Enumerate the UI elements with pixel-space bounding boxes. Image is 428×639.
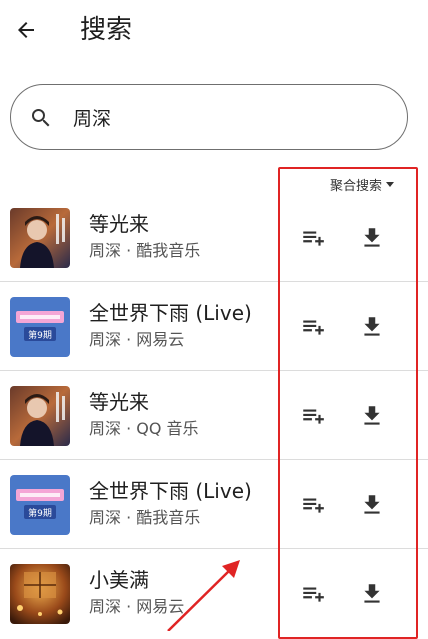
aggregate-search-dropdown[interactable]: 聚合搜索: [330, 174, 395, 194]
song-title: 等光来: [89, 212, 149, 236]
song-row[interactable]: 第9期 全世界下雨 (Live) 周深 · 酷我音乐: [0, 460, 428, 549]
episode-badge: 第9期: [28, 507, 52, 519]
song-artist-source: 周深 · 酷我音乐: [89, 508, 201, 527]
arrow-back-icon: [18, 22, 34, 38]
song-row[interactable]: 等光来 周深 · 酷我音乐: [0, 193, 428, 282]
add-to-playlist-button[interactable]: [298, 223, 328, 253]
album-cover: [10, 386, 70, 446]
download-button[interactable]: [357, 579, 387, 609]
download-icon: [364, 317, 380, 336]
song-title: 等光来: [89, 390, 149, 414]
download-icon: [364, 584, 380, 603]
song-artist-source: 周深 · 网易云: [89, 330, 185, 349]
episode-badge: 第9期: [28, 329, 52, 341]
add-to-playlist-button[interactable]: [298, 312, 328, 342]
search-icon: [32, 109, 50, 127]
song-title: 小美满: [89, 568, 149, 592]
search-box[interactable]: [10, 84, 408, 150]
playlist-add-icon: [303, 320, 324, 335]
download-button[interactable]: [357, 490, 387, 520]
playlist-add-icon: [303, 587, 324, 602]
dropdown-caret-icon: [386, 181, 395, 187]
search-input[interactable]: [73, 101, 373, 133]
album-cover: [10, 208, 70, 268]
song-row[interactable]: 小美满 周深 · 网易云: [0, 549, 428, 638]
download-button[interactable]: [357, 312, 387, 342]
back-button[interactable]: [8, 12, 44, 48]
album-cover: 第9期: [10, 297, 70, 357]
song-artist-source: 周深 · 网易云: [89, 597, 185, 616]
album-cover: [10, 564, 70, 624]
song-row[interactable]: 第9期 全世界下雨 (Live) 周深 · 网易云: [0, 282, 428, 371]
add-to-playlist-button[interactable]: [298, 490, 328, 520]
add-to-playlist-button[interactable]: [298, 401, 328, 431]
song-title: 全世界下雨 (Live): [89, 479, 252, 503]
playlist-add-icon: [303, 231, 324, 246]
song-row[interactable]: 等光来 周深 · QQ 音乐: [0, 371, 428, 460]
download-icon: [364, 495, 380, 514]
song-artist-source: 周深 · QQ 音乐: [89, 419, 199, 438]
playlist-add-icon: [303, 498, 324, 513]
playlist-add-icon: [303, 409, 324, 424]
download-button[interactable]: [357, 401, 387, 431]
song-title: 全世界下雨 (Live): [89, 301, 252, 325]
add-to-playlist-button[interactable]: [298, 579, 328, 609]
song-artist-source: 周深 · 酷我音乐: [89, 241, 201, 260]
download-button[interactable]: [357, 223, 387, 253]
top-bar: 搜索: [0, 0, 428, 64]
album-cover: 第9期: [10, 475, 70, 535]
download-icon: [364, 228, 380, 247]
page-title: 搜索: [80, 15, 133, 45]
download-icon: [364, 406, 380, 425]
aggregate-search-label: 聚合搜索: [330, 178, 383, 194]
